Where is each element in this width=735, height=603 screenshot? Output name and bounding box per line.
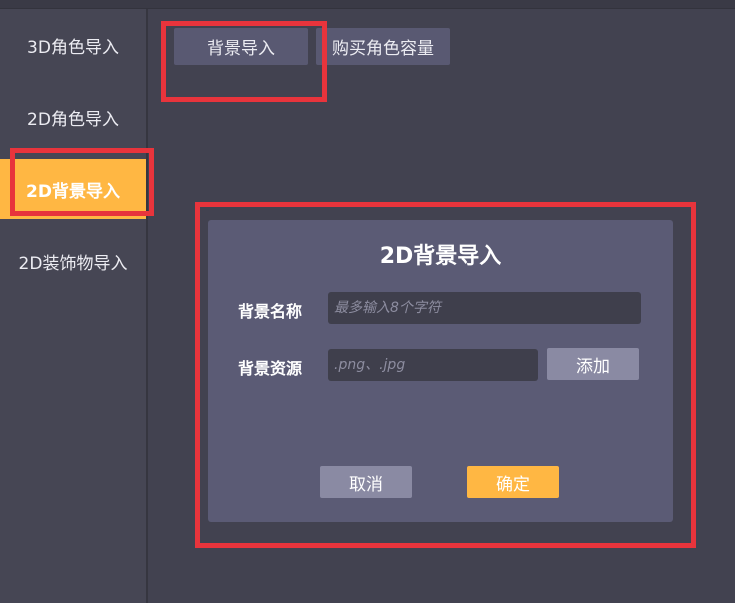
confirm-button-label: 确定 [496,474,530,495]
top-bar [0,0,735,9]
confirm-button[interactable]: 确定 [467,466,559,498]
add-button[interactable]: 添加 [547,348,639,380]
sidebar-item-2d-background-import[interactable]: 2D背景导入 [0,159,146,219]
sidebar: 3D角色导入 2D角色导入 2D背景导入 2D装饰物导入 [0,9,148,603]
background-source-input[interactable] [328,349,538,381]
sidebar-item-label: 2D角色导入 [27,109,119,130]
tab-label: 购买角色容量 [332,39,434,59]
sidebar-item-3d-character-import[interactable]: 3D角色导入 [0,15,146,75]
background-name-label: 背景名称 [238,302,303,321]
background-import-dialog: 2D背景导入 背景名称 背景资源 添加 取消 确定 [208,220,673,522]
sidebar-item-label: 2D装饰物导入 [18,253,128,274]
dialog-title: 2D背景导入 [379,244,502,269]
tab-label: 背景导入 [207,39,275,59]
background-source-label: 背景资源 [238,359,303,378]
add-button-label: 添加 [576,356,610,377]
tab-buy-character-capacity[interactable]: 购买角色容量 [316,28,450,65]
sidebar-item-label: 3D角色导入 [27,37,119,58]
cancel-button[interactable]: 取消 [320,466,412,498]
tab-background-import[interactable]: 背景导入 [174,28,308,65]
sidebar-item-2d-decoration-import[interactable]: 2D装饰物导入 [0,231,146,291]
background-name-input[interactable] [328,292,641,324]
sidebar-item-2d-character-import[interactable]: 2D角色导入 [0,87,146,147]
cancel-button-label: 取消 [349,474,383,495]
sidebar-item-label: 2D背景导入 [26,181,120,202]
